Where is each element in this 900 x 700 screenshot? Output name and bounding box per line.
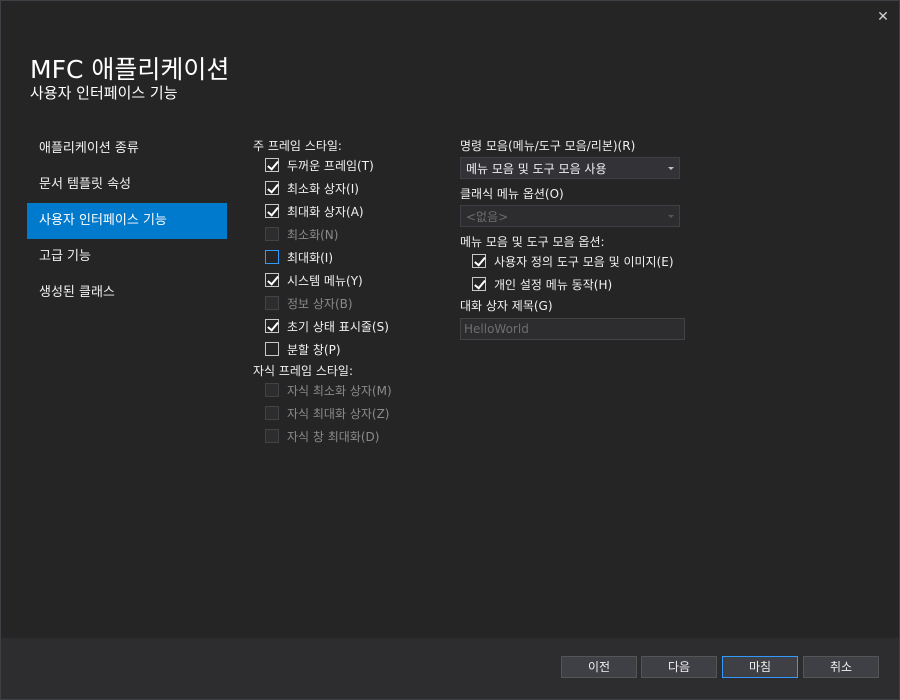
user-defined-toolbars-checkbox[interactable]: 사용자 정의 도구 모음 및 이미지(E) bbox=[472, 251, 674, 271]
command-bars-dropdown[interactable]: 메뉴 모음 및 도구 모음 사용 bbox=[460, 157, 680, 179]
checkbox-box bbox=[265, 429, 279, 443]
system-menu-checkbox[interactable]: 시스템 메뉴(Y) bbox=[265, 270, 363, 290]
checkbox-box[interactable] bbox=[265, 181, 279, 195]
personalized-menu-checkbox[interactable]: 개인 설정 메뉴 동작(H) bbox=[472, 274, 612, 294]
checkbox-label: 정보 상자(B) bbox=[287, 296, 353, 311]
checkbox-label: 자식 최대화 상자(Z) bbox=[287, 406, 390, 421]
child-frame-style-label: 자식 프레임 스타일: bbox=[253, 364, 353, 378]
chevron-down-icon bbox=[668, 215, 674, 218]
classic-menu-value: <없음> bbox=[466, 209, 509, 224]
page-subtitle: 사용자 인터페이스 기능 bbox=[30, 84, 178, 102]
checkbox-box[interactable] bbox=[265, 273, 279, 287]
sidebar-item-user-interface[interactable]: 사용자 인터페이스 기능 bbox=[27, 203, 227, 239]
checkbox-label: 최대화 상자(A) bbox=[287, 204, 364, 219]
checkbox-box[interactable] bbox=[265, 250, 279, 264]
checkbox-box[interactable] bbox=[265, 158, 279, 172]
checkbox-box bbox=[265, 296, 279, 310]
cancel-button[interactable]: 취소 bbox=[803, 656, 879, 678]
dialog-window bbox=[0, 0, 900, 700]
maximize-box-checkbox[interactable]: 최대화 상자(A) bbox=[265, 201, 364, 221]
minimized-checkbox: 최소화(N) bbox=[265, 224, 338, 244]
command-bars-value: 메뉴 모음 및 도구 모음 사용 bbox=[466, 161, 607, 176]
checkbox-box bbox=[265, 406, 279, 420]
previous-button[interactable]: 이전 bbox=[561, 656, 637, 678]
initial-status-bar-checkbox[interactable]: 초기 상태 표시줄(S) bbox=[265, 316, 389, 336]
page-title: MFC 애플리케이션 bbox=[30, 55, 230, 84]
main-frame-style-label: 주 프레임 스타일: bbox=[253, 139, 342, 153]
checkbox-label: 초기 상태 표시줄(S) bbox=[287, 319, 389, 334]
maximized-checkbox[interactable]: 최대화(I) bbox=[265, 247, 333, 267]
close-icon[interactable]: ✕ bbox=[875, 8, 891, 26]
finish-button[interactable]: 마침 bbox=[722, 656, 798, 678]
sidebar: 애플리케이션 종류 문서 템플릿 속성 사용자 인터페이스 기능 고급 기능 생… bbox=[27, 131, 227, 311]
checkbox-label: 개인 설정 메뉴 동작(H) bbox=[494, 277, 613, 292]
checkbox-label: 사용자 정의 도구 모음 및 이미지(E) bbox=[494, 254, 674, 269]
next-button[interactable]: 다음 bbox=[641, 656, 717, 678]
checkbox-box[interactable] bbox=[265, 319, 279, 333]
checkbox-box[interactable] bbox=[472, 254, 486, 268]
child-window-maximized-checkbox: 자식 창 최대화(D) bbox=[265, 426, 379, 446]
checkbox-box bbox=[265, 383, 279, 397]
checkbox-label: 최대화(I) bbox=[287, 250, 334, 265]
command-bars-label: 명령 모음(메뉴/도구 모음/리본)(R) bbox=[460, 139, 636, 153]
classic-menu-dropdown: <없음> bbox=[460, 205, 680, 227]
checkbox-label: 최소화 상자(I) bbox=[287, 181, 359, 196]
sidebar-item-document-template[interactable]: 문서 템플릿 속성 bbox=[27, 167, 227, 203]
minimize-box-checkbox[interactable]: 최소화 상자(I) bbox=[265, 178, 359, 198]
thick-frame-checkbox[interactable]: 두꺼운 프레임(T) bbox=[265, 155, 374, 175]
checkbox-label: 분할 창(P) bbox=[287, 342, 341, 357]
sidebar-item-advanced-features[interactable]: 고급 기능 bbox=[27, 239, 227, 275]
checkbox-label: 두꺼운 프레임(T) bbox=[287, 158, 374, 173]
checkbox-label: 자식 창 최대화(D) bbox=[287, 429, 380, 444]
sidebar-item-generated-classes[interactable]: 생성된 클래스 bbox=[27, 275, 227, 311]
dialog-title-input: HelloWorld bbox=[460, 318, 685, 340]
classic-menu-label: 클래식 메뉴 옵션(O) bbox=[460, 187, 564, 201]
child-maximize-box-checkbox: 자식 최대화 상자(Z) bbox=[265, 403, 390, 423]
chevron-down-icon bbox=[668, 167, 674, 170]
dialog-title-label: 대화 상자 제목(G) bbox=[460, 299, 553, 313]
checkbox-box[interactable] bbox=[265, 342, 279, 356]
checkbox-label: 자식 최소화 상자(M) bbox=[287, 383, 392, 398]
checkbox-label: 시스템 메뉴(Y) bbox=[287, 273, 363, 288]
checkbox-box bbox=[265, 227, 279, 241]
sidebar-item-application-type[interactable]: 애플리케이션 종류 bbox=[27, 131, 227, 167]
checkbox-box[interactable] bbox=[472, 277, 486, 291]
checkbox-label: 최소화(N) bbox=[287, 227, 339, 242]
menu-toolbar-options-label: 메뉴 모음 및 도구 모음 옵션: bbox=[460, 235, 605, 249]
about-box-checkbox: 정보 상자(B) bbox=[265, 293, 353, 313]
child-minimize-box-checkbox: 자식 최소화 상자(M) bbox=[265, 380, 392, 400]
split-window-checkbox[interactable]: 분할 창(P) bbox=[265, 339, 341, 359]
checkbox-box[interactable] bbox=[265, 204, 279, 218]
